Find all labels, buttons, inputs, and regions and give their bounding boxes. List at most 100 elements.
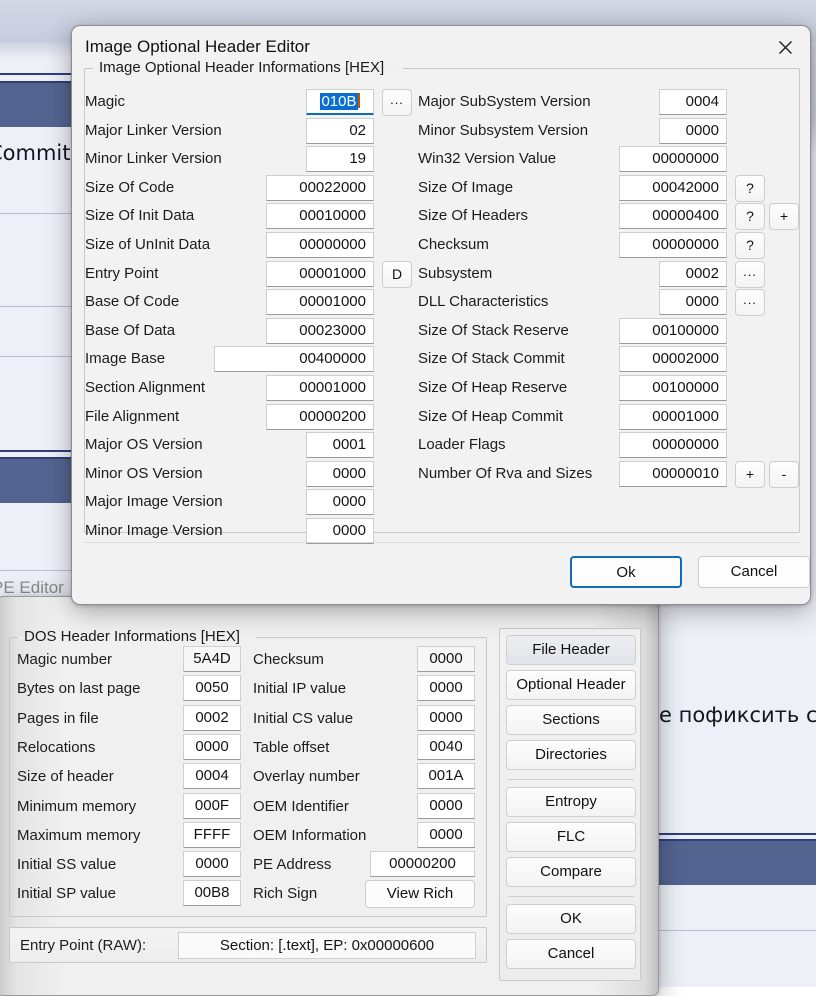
optional-header-aux-button-size-of-image[interactable]: ?	[735, 175, 765, 202]
dos-header-input-bytes-on-last-page[interactable]: 0050	[183, 675, 241, 701]
side-button-flc[interactable]: FLC	[506, 822, 636, 852]
dos-header-input-size-of-header[interactable]: 0004	[183, 763, 241, 789]
optional-header-label-magic: Magic	[85, 93, 125, 111]
image-optional-header-editor-dialog: Image Optional Header Editor Image Optio…	[71, 25, 811, 605]
optional-header-input-win32-version-value[interactable]: 00000000	[619, 146, 727, 172]
dos-header-label-oem-identifier: OEM Identifier	[253, 798, 349, 816]
optional-header-aux2-button-number-of-rva-and-sizes[interactable]: -	[769, 461, 799, 488]
background-highlight-band-3	[659, 841, 816, 885]
background-russian-text: е пофиксить см	[659, 703, 816, 727]
optional-header-input-major-image-version[interactable]: 0000	[306, 489, 374, 515]
ok-button[interactable]: Ok	[570, 556, 682, 588]
dos-header-input-maximum-memory[interactable]: FFFF	[183, 822, 241, 848]
optional-header-label-minor-image-version: Minor Image Version	[85, 522, 223, 540]
dos-header-label-initial-sp-value: Initial SP value	[17, 885, 116, 903]
optional-header-input-size-of-stack-reserve[interactable]: 00100000	[619, 318, 727, 344]
optional-header-input-size-of-uninit-data[interactable]: 00000000	[266, 232, 374, 258]
cancel-button[interactable]: Cancel	[698, 556, 810, 588]
optional-header-input-number-of-rva-and-sizes[interactable]: 00000010	[619, 461, 727, 487]
optional-header-input-magic[interactable]: 010B	[306, 89, 374, 115]
text-caret	[358, 93, 360, 108]
dos-header-input-oem-identifier[interactable]: 0000	[417, 793, 475, 819]
optional-header-input-major-subsystem-version[interactable]: 0004	[659, 89, 727, 115]
optional-header-input-size-of-heap-commit[interactable]: 00001000	[619, 404, 727, 430]
optional-header-input-minor-linker-version[interactable]: 19	[306, 146, 374, 172]
pe-editor-side-panel: File Header Optional Header Sections Direct…	[499, 628, 641, 981]
optional-header-input-size-of-stack-commit[interactable]: 00002000	[619, 346, 727, 372]
optional-header-aux-button-size-of-headers[interactable]: ?	[735, 203, 765, 230]
optional-header-label-size-of-image: Size Of Image	[418, 179, 513, 197]
side-button-sections[interactable]: Sections	[506, 705, 636, 735]
optional-header-input-checksum[interactable]: 00000000	[619, 232, 727, 258]
dos-header-input-initial-ip-value[interactable]: 0000	[417, 675, 475, 701]
optional-header-aux-button-magic[interactable]: ...	[382, 89, 412, 116]
optional-header-aux2-button-size-of-headers[interactable]: +	[769, 203, 799, 230]
background-commit-text: Commit	[0, 141, 71, 165]
optional-header-label-size-of-heap-reserve: Size Of Heap Reserve	[418, 379, 567, 397]
dos-header-view-rich-button[interactable]: View Rich	[365, 880, 475, 908]
dos-header-input-initial-ss-value[interactable]: 0000	[183, 851, 241, 877]
dos-header-label-initial-ip-value: Initial IP value	[253, 680, 346, 698]
dos-header-input-table-offset[interactable]: 0040	[417, 734, 475, 760]
optional-header-label-size-of-init-data: Size Of Init Data	[85, 207, 194, 225]
side-button-cancel[interactable]: Cancel	[506, 939, 636, 969]
optional-header-aux-button-entry-point[interactable]: D	[382, 261, 412, 288]
dialog-title: Image Optional Header Editor	[85, 37, 310, 57]
dos-header-input-overlay-number[interactable]: 001A	[417, 763, 475, 789]
optional-header-input-minor-os-version[interactable]: 0000	[306, 461, 374, 487]
dos-header-label-rich-sign: Rich Sign	[253, 885, 317, 903]
optional-header-aux-button-dll-characteristics[interactable]: ...	[735, 289, 765, 316]
optional-header-input-base-of-data[interactable]: 00023000	[266, 318, 374, 344]
optional-header-input-size-of-image[interactable]: 00042000	[619, 175, 727, 201]
dos-header-input-checksum[interactable]: 0000	[417, 646, 475, 672]
dos-header-input-minimum-memory[interactable]: 000F	[183, 793, 241, 819]
background-pe-editor-text: PE Editor	[0, 578, 64, 598]
optional-header-input-entry-point[interactable]: 00001000	[266, 261, 374, 287]
optional-header-label-size-of-uninit-data: Size of UnInit Data	[85, 236, 210, 254]
optional-header-aux-button-number-of-rva-and-sizes[interactable]: +	[735, 461, 765, 488]
side-button-ok[interactable]: OK	[506, 904, 636, 934]
optional-header-input-loader-flags[interactable]: 00000000	[619, 432, 727, 458]
optional-header-input-image-base[interactable]: 00400000	[214, 346, 374, 372]
dos-header-label-minimum-memory: Minimum memory	[17, 798, 136, 816]
optional-header-input-major-linker-version[interactable]: 02	[306, 118, 374, 144]
optional-header-input-dll-characteristics[interactable]: 0000	[659, 289, 727, 315]
optional-header-input-selection-magic: 010B	[320, 93, 357, 110]
entry-point-bar: Entry Point (RAW): Section: [.text], EP:…	[9, 927, 487, 963]
dos-header-input-pages-in-file[interactable]: 0002	[183, 705, 241, 731]
dos-header-label-pages-in-file: Pages in file	[17, 710, 99, 728]
optional-header-input-size-of-heap-reserve[interactable]: 00100000	[619, 375, 727, 401]
optional-header-input-minor-subsystem-version[interactable]: 0000	[659, 118, 727, 144]
close-icon[interactable]	[762, 28, 808, 66]
optional-header-input-size-of-init-data[interactable]: 00010000	[266, 203, 374, 229]
optional-header-input-subsystem[interactable]: 0002	[659, 261, 727, 287]
dos-header-input-relocations[interactable]: 0000	[183, 734, 241, 760]
optional-header-group-label: Image Optional Header Informations [HEX]	[95, 59, 388, 76]
optional-header-input-minor-image-version[interactable]: 0000	[306, 518, 374, 544]
optional-header-input-section-alignment[interactable]: 00001000	[266, 375, 374, 401]
optional-header-aux-button-checksum[interactable]: ?	[735, 232, 765, 259]
optional-header-input-major-os-version[interactable]: 0001	[306, 432, 374, 458]
side-button-directories[interactable]: Directories	[506, 740, 636, 770]
dos-header-input-initial-sp-value[interactable]: 00B8	[183, 880, 241, 906]
side-button-entropy[interactable]: Entropy	[506, 787, 636, 817]
dos-header-label-maximum-memory: Maximum memory	[17, 827, 140, 845]
dos-header-label-oem-information: OEM Information	[253, 827, 366, 845]
optional-header-input-size-of-headers[interactable]: 00000400	[619, 203, 727, 229]
optional-header-label-minor-linker-version: Minor Linker Version	[85, 150, 222, 168]
side-button-optional-header[interactable]: Optional Header	[506, 670, 636, 700]
dos-header-input-initial-cs-value[interactable]: 0000	[417, 705, 475, 731]
optional-header-aux-button-subsystem[interactable]: ...	[735, 261, 765, 288]
dos-header-input-magic-number[interactable]: 5A4D	[183, 646, 241, 672]
optional-header-input-size-of-code[interactable]: 00022000	[266, 175, 374, 201]
side-button-file-header[interactable]: File Header	[506, 635, 636, 665]
optional-header-input-file-alignment[interactable]: 00000200	[266, 404, 374, 430]
background-hline-5	[659, 930, 816, 931]
optional-header-input-base-of-code[interactable]: 00001000	[266, 289, 374, 315]
optional-header-label-major-subsystem-version: Major SubSystem Version	[418, 93, 591, 111]
optional-header-label-win32-version-value: Win32 Version Value	[418, 150, 556, 168]
side-button-compare[interactable]: Compare	[506, 857, 636, 887]
dos-header-input-pe-address[interactable]: 00000200	[370, 851, 475, 877]
optional-header-label-file-alignment: File Alignment	[85, 408, 179, 426]
dos-header-input-oem-information[interactable]: 0000	[417, 822, 475, 848]
